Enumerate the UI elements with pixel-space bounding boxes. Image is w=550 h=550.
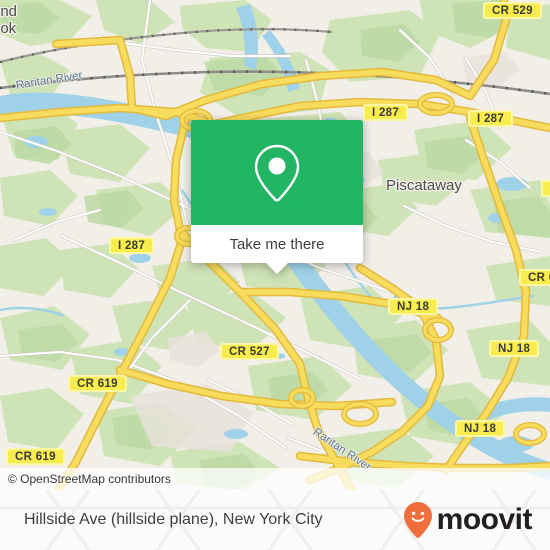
moovit-smiley-pin-icon	[403, 502, 432, 538]
shield-nj-18-north[interactable]: NJ 18	[388, 298, 439, 315]
shield-cr-604-east[interactable]: CR 60	[519, 269, 550, 286]
shield-nj-18-south[interactable]: NJ 18	[455, 420, 506, 437]
take-me-there-label: Take me there	[229, 235, 325, 253]
map-attribution[interactable]: © OpenStreetMap contributors	[0, 468, 550, 490]
shield-cr-527[interactable]: CR 527	[220, 343, 279, 360]
location-pin-icon	[254, 144, 300, 202]
location-title-text: Hillside Ave (hillside plane), New York …	[24, 511, 323, 528]
moovit-wordmark: moovit	[436, 503, 533, 536]
shield-cr-619-south[interactable]: CR 619	[6, 448, 65, 465]
shield-i-287-west[interactable]: I 287	[109, 237, 155, 254]
shield-i-287-north[interactable]: I 287	[363, 104, 409, 121]
map-canvas[interactable]: und ook Piscataway Raritan River Raritan…	[0, 0, 550, 490]
popup-image-area	[191, 120, 363, 225]
popup-footer[interactable]: Take me there	[191, 225, 363, 274]
shield-cr-601[interactable]: C	[541, 180, 550, 197]
popup-tail	[266, 263, 288, 274]
location-title: Hillside Ave (hillside plane), New York …	[24, 490, 323, 550]
attribution-text: © OpenStreetMap contributors	[8, 472, 171, 486]
shield-cr-619-north[interactable]: CR 619	[68, 375, 127, 392]
moovit-map-screenshot: und ook Piscataway Raritan River Raritan…	[0, 0, 550, 550]
map-popup-card[interactable]: Take me there	[191, 120, 363, 274]
shield-cr-529[interactable]: CR 529	[483, 2, 542, 19]
moovit-brand[interactable]: moovit	[403, 490, 533, 550]
shield-nj-18-east[interactable]: NJ 18	[489, 340, 540, 357]
shield-i-287-northeast[interactable]: I 287	[468, 110, 514, 127]
footer-bar: Hillside Ave (hillside plane), New York …	[0, 490, 550, 550]
